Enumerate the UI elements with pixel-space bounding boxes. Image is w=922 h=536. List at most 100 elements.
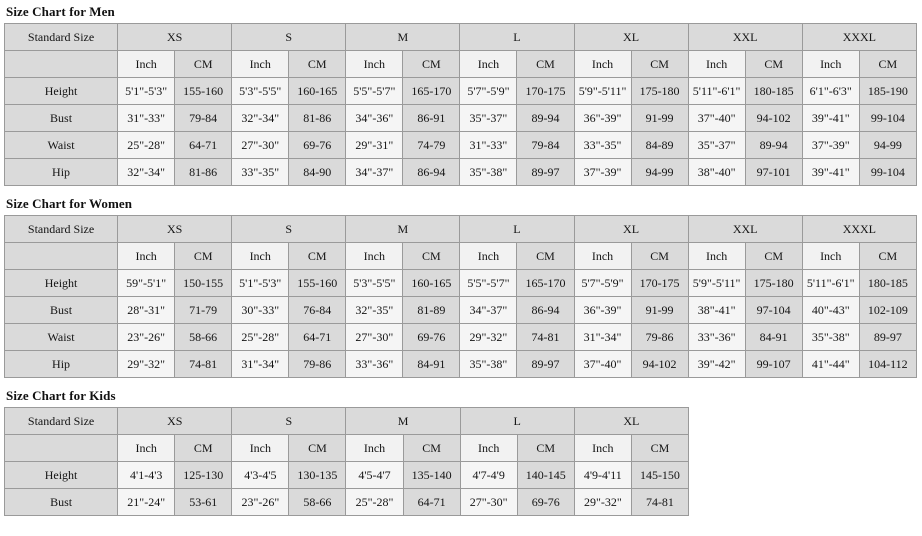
cell-waist-m-cm: 69-76 bbox=[402, 323, 461, 351]
cell-hip-s-cm: 79-86 bbox=[288, 350, 347, 378]
cell-height-xs-cm: 155-160 bbox=[174, 77, 233, 105]
cell-waist-l-cm: 79-84 bbox=[516, 131, 575, 159]
cell-height-m-cm: 165-170 bbox=[402, 77, 461, 105]
cell-bust-m-cm: 81-89 bbox=[402, 296, 461, 324]
table-row: Hip 29"-32" 74-81 31"-34" 79-86 33"-36" 84-91 3… bbox=[3, 350, 918, 378]
unit-header-s-cm: CM bbox=[288, 50, 347, 78]
table-row: Height 4'1-4'3 125-130 4'3-4'5 130-135 4'5-4'… bbox=[3, 461, 690, 489]
cell-height-xxxl-cm: 180-185 bbox=[858, 269, 918, 297]
cell-bust-xs-cm: 79-84 bbox=[174, 104, 233, 132]
cell-waist-xxxl-inch: 37"-39" bbox=[801, 131, 860, 159]
cell-bust-xl-cm: 91-99 bbox=[630, 104, 689, 132]
cell-hip-xl-cm: 94-99 bbox=[630, 158, 689, 186]
size-header-xxl: XXL bbox=[687, 215, 803, 243]
cell-waist-l-cm: 74-81 bbox=[516, 323, 575, 351]
cell-bust-m-inch: 25"-28" bbox=[345, 488, 404, 516]
cell-height-m-inch: 5'5"-5'7" bbox=[345, 77, 404, 105]
section-title-women: Size Chart for Women bbox=[6, 196, 133, 211]
cell-bust-m-inch: 32"-35" bbox=[345, 296, 404, 324]
cell-bust-xxl-inch: 37"-40" bbox=[687, 104, 746, 132]
unit-header-m-inch: Inch bbox=[345, 242, 404, 270]
cell-height-xxl-inch: 5'11"-6'1" bbox=[687, 77, 746, 105]
section-title-kids: Size Chart for Kids bbox=[6, 388, 116, 403]
measurement-label-height: Height bbox=[3, 77, 119, 105]
cell-height-xxl-inch: 5'9"-5'11" bbox=[687, 269, 746, 297]
size-header-s: S bbox=[231, 23, 347, 51]
unit-header-l-inch: Inch bbox=[459, 50, 518, 78]
unit-header-xl-inch: Inch bbox=[573, 242, 632, 270]
cell-hip-xs-inch: 32"-34" bbox=[117, 158, 176, 186]
cell-hip-m-inch: 33"-36" bbox=[345, 350, 404, 378]
cell-bust-xxxl-cm: 99-104 bbox=[858, 104, 918, 132]
unit-header-corner-blank bbox=[3, 242, 119, 270]
unit-header-s-inch: Inch bbox=[231, 50, 290, 78]
cell-waist-xs-cm: 58-66 bbox=[174, 323, 233, 351]
cell-hip-xl-inch: 37"-40" bbox=[573, 350, 632, 378]
size-chart-table-kids: Standard Size XS S M L XL Inch CM Inch CM Inch CM In… bbox=[3, 407, 690, 516]
cell-height-l-inch: 5'7"-5'9" bbox=[459, 77, 518, 105]
cell-hip-xxxl-cm: 99-104 bbox=[858, 158, 918, 186]
cell-height-xs-inch: 5'1"-5'3" bbox=[117, 77, 176, 105]
cell-waist-xl-cm: 84-89 bbox=[630, 131, 689, 159]
cell-hip-m-cm: 86-94 bbox=[402, 158, 461, 186]
unit-header-xl-cm: CM bbox=[630, 434, 690, 462]
unit-header-s-inch: Inch bbox=[231, 242, 290, 270]
table-row: Hip 32"-34" 81-86 33"-35" 84-90 34"-37" 86-94 3… bbox=[3, 158, 918, 186]
table-row: Height 59"-5'1" 150-155 5'1"-5'3" 155-160 5'3… bbox=[3, 269, 918, 297]
cell-height-xxxl-inch: 5'11"-6'1" bbox=[801, 269, 860, 297]
size-header-xxl: XXL bbox=[687, 23, 803, 51]
cell-waist-xs-inch: 23"-26" bbox=[117, 323, 176, 351]
cell-height-s-cm: 155-160 bbox=[288, 269, 347, 297]
cell-bust-xs-inch: 21"-24" bbox=[117, 488, 176, 516]
unit-header-xxxl-inch: Inch bbox=[801, 50, 860, 78]
cell-hip-m-inch: 34"-37" bbox=[345, 158, 404, 186]
unit-header-s-cm: CM bbox=[288, 434, 347, 462]
size-header-m: M bbox=[345, 215, 461, 243]
unit-header-xl-cm: CM bbox=[630, 242, 689, 270]
cell-bust-l-cm: 86-94 bbox=[516, 296, 575, 324]
measurement-label-bust: Bust bbox=[3, 488, 119, 516]
cell-waist-xs-inch: 25"-28" bbox=[117, 131, 176, 159]
cell-height-xl-cm: 170-175 bbox=[630, 269, 689, 297]
cell-height-s-cm: 160-165 bbox=[288, 77, 347, 105]
cell-bust-l-cm: 69-76 bbox=[516, 488, 575, 516]
size-header-xxxl: XXXL bbox=[801, 23, 918, 51]
table-row: Bust 28"-31" 71-79 30"-33" 76-84 32"-35" 81-89… bbox=[3, 296, 918, 324]
unit-header-xxl-cm: CM bbox=[744, 50, 803, 78]
measurement-label-hip: Hip bbox=[3, 158, 119, 186]
unit-header-corner-blank bbox=[3, 50, 119, 78]
cell-bust-xl-inch: 29"-32" bbox=[573, 488, 632, 516]
measurement-label-bust: Bust bbox=[3, 296, 119, 324]
unit-header-l-cm: CM bbox=[516, 242, 575, 270]
unit-header-xxxl-cm: CM bbox=[858, 50, 918, 78]
section-title-men: Size Chart for Men bbox=[6, 4, 115, 19]
size-header-m: M bbox=[345, 407, 461, 435]
table-row: Waist 23"-26" 58-66 25"-28" 64-71 27"-30" 69-7… bbox=[3, 323, 918, 351]
size-header-xxxl: XXXL bbox=[801, 215, 918, 243]
cell-bust-xl-cm: 91-99 bbox=[630, 296, 689, 324]
size-header-l: L bbox=[459, 23, 575, 51]
cell-hip-xl-cm: 94-102 bbox=[630, 350, 689, 378]
size-group-header-row: Standard Size XS S M L XL XXL XXXL bbox=[3, 215, 918, 243]
unit-header-xs-cm: CM bbox=[174, 50, 233, 78]
cell-hip-xxl-cm: 99-107 bbox=[744, 350, 803, 378]
cell-hip-s-cm: 84-90 bbox=[288, 158, 347, 186]
cell-bust-xs-cm: 53-61 bbox=[174, 488, 233, 516]
cell-height-s-inch: 5'1"-5'3" bbox=[231, 269, 290, 297]
standard-size-header: Standard Size bbox=[3, 215, 119, 243]
cell-bust-s-cm: 76-84 bbox=[288, 296, 347, 324]
cell-height-xxl-cm: 180-185 bbox=[744, 77, 803, 105]
cell-hip-xs-cm: 81-86 bbox=[174, 158, 233, 186]
cell-bust-xxl-cm: 94-102 bbox=[744, 104, 803, 132]
unit-header-m-inch: Inch bbox=[345, 50, 404, 78]
size-header-xl: XL bbox=[573, 215, 689, 243]
unit-header-l-inch: Inch bbox=[459, 242, 518, 270]
table-row: Height 5'1"-5'3" 155-160 5'3"-5'5" 160-165 5'… bbox=[3, 77, 918, 105]
cell-bust-xl-inch: 36"-39" bbox=[573, 104, 632, 132]
size-chart-table-women: Standard Size XS S M L XL XXL XXXL Inch CM Inch CM I… bbox=[3, 215, 918, 378]
measurement-label-bust: Bust bbox=[3, 104, 119, 132]
cell-height-xs-cm: 125-130 bbox=[174, 461, 233, 489]
size-chart-sections: Size Chart for Men Standard Size XS S M L XL XX… bbox=[3, 4, 922, 516]
unit-header-s-cm: CM bbox=[288, 242, 347, 270]
cell-waist-s-inch: 25"-28" bbox=[231, 323, 290, 351]
